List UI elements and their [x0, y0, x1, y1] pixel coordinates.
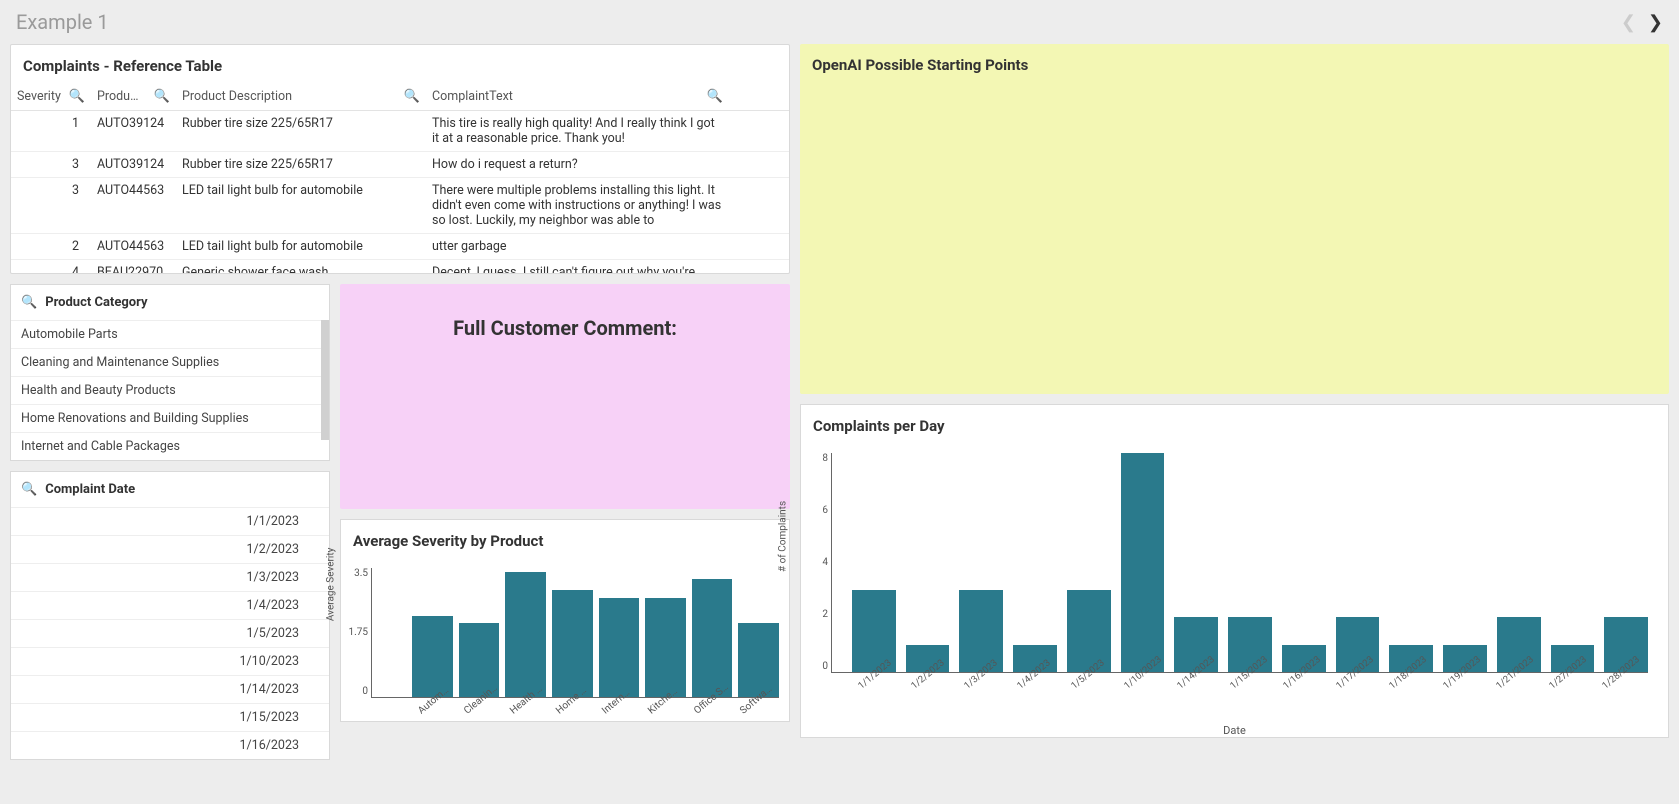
category-filter-title: Product Category: [45, 295, 147, 310]
product-desc-cell: LED tail light bulb for automobile: [176, 178, 426, 234]
search-icon[interactable]: 🔍: [69, 89, 85, 104]
day-chart-ylabel: # of Complaints: [778, 501, 789, 572]
column-header[interactable]: Produ…🔍: [91, 83, 176, 111]
date-item[interactable]: 1/16/2023: [11, 731, 329, 759]
y-tick: 1.75: [338, 627, 368, 638]
scrollbar[interactable]: [321, 320, 329, 440]
table-row[interactable]: 3AUTO44563LED tail light bulb for automo…: [11, 178, 789, 234]
openai-starting-points-panel: OpenAI Possible Starting Points: [800, 44, 1669, 394]
product-desc-cell: Rubber tire size 225/65R17: [176, 152, 426, 178]
y-tick: 0: [798, 661, 828, 672]
comment-panel-title: Full Customer Comment:: [453, 316, 677, 340]
severity-cell: 3: [11, 178, 91, 234]
ref-table-title: Complaints - Reference Table: [11, 45, 789, 83]
severity-cell: 2: [11, 234, 91, 260]
date-filter-title: Complaint Date: [45, 482, 135, 497]
date-item[interactable]: 1/14/2023: [11, 675, 329, 703]
table-row[interactable]: 4BEAU22970Generic shower face washDecent…: [11, 260, 789, 275]
y-tick: 8: [798, 453, 828, 464]
category-item[interactable]: Automobile Parts: [11, 320, 329, 348]
bar[interactable]: [1121, 453, 1165, 672]
y-tick: 0: [338, 686, 368, 697]
y-tick: 4: [798, 557, 828, 568]
prev-arrow-icon: ❮: [1621, 12, 1636, 33]
date-item[interactable]: 1/5/2023: [11, 619, 329, 647]
starting-panel-title: OpenAI Possible Starting Points: [800, 44, 1669, 82]
product-id-cell: AUTO39124: [91, 111, 176, 152]
avg-chart-title: Average Severity by Product: [341, 520, 789, 558]
avg-chart-ylabel: Average Severity: [326, 547, 337, 620]
product-desc-cell: LED tail light bulb for automobile: [176, 234, 426, 260]
complaints-per-day-barchart[interactable]: 86420: [831, 453, 1648, 673]
date-item[interactable]: 1/3/2023: [11, 563, 329, 591]
complaint-text-cell: Decent, I guess. I still can't figure ou…: [426, 260, 729, 275]
column-header[interactable]: Product Description🔍: [176, 83, 426, 111]
complaints-per-day-panel: Complaints per Day # of Complaints 86420…: [800, 404, 1669, 738]
column-header[interactable]: Severity🔍: [11, 83, 91, 111]
complaint-text-cell: utter garbage: [426, 234, 729, 260]
complaints-reference-table: Complaints - Reference Table Severity🔍Pr…: [10, 44, 790, 274]
date-item[interactable]: 1/15/2023: [11, 703, 329, 731]
product-desc-cell: Rubber tire size 225/65R17: [176, 111, 426, 152]
date-item[interactable]: 1/1/2023: [11, 507, 329, 535]
next-arrow-icon[interactable]: ❯: [1648, 12, 1663, 33]
y-tick: 3.5: [338, 568, 368, 579]
severity-cell: 3: [11, 152, 91, 178]
day-chart-xlabel: Date: [801, 724, 1668, 737]
product-id-cell: AUTO39124: [91, 152, 176, 178]
severity-cell: 4: [11, 260, 91, 275]
complaint-text-cell: How do i request a return?: [426, 152, 729, 178]
search-icon[interactable]: 🔍: [21, 295, 37, 310]
category-item[interactable]: Cleaning and Maintenance Supplies: [11, 348, 329, 376]
date-item[interactable]: 1/4/2023: [11, 591, 329, 619]
complaint-text-cell: There were multiple problems installing …: [426, 178, 729, 234]
table-row[interactable]: 2AUTO44563LED tail light bulb for automo…: [11, 234, 789, 260]
product-category-filter: 🔍 Product Category Automobile PartsClean…: [10, 284, 330, 461]
category-item[interactable]: Health and Beauty Products: [11, 376, 329, 404]
day-chart-title: Complaints per Day: [801, 405, 1668, 443]
table-row[interactable]: 3AUTO39124Rubber tire size 225/65R17How …: [11, 152, 789, 178]
search-icon[interactable]: 🔍: [21, 482, 37, 497]
category-item[interactable]: Internet and Cable Packages: [11, 432, 329, 460]
severity-cell: 1: [11, 111, 91, 152]
category-item[interactable]: Home Renovations and Building Supplies: [11, 404, 329, 432]
complaint-date-filter: 🔍 Complaint Date 1/1/20231/2/20231/3/202…: [10, 471, 330, 760]
date-item[interactable]: 1/10/2023: [11, 647, 329, 675]
page-title: Example 1: [16, 10, 109, 34]
date-item[interactable]: 1/2/2023: [11, 535, 329, 563]
y-tick: 6: [798, 505, 828, 516]
product-id-cell: AUTO44563: [91, 234, 176, 260]
search-icon[interactable]: 🔍: [154, 89, 170, 104]
product-id-cell: AUTO44563: [91, 178, 176, 234]
search-icon[interactable]: 🔍: [404, 89, 420, 104]
column-header[interactable]: ComplaintText🔍: [426, 83, 729, 111]
product-id-cell: BEAU22970: [91, 260, 176, 275]
complaint-text-cell: This tire is really high quality! And I …: [426, 111, 729, 152]
table-row[interactable]: 1AUTO39124Rubber tire size 225/65R17This…: [11, 111, 789, 152]
product-desc-cell: Generic shower face wash: [176, 260, 426, 275]
avg-severity-chart-panel: Average Severity by Product Average Seve…: [340, 519, 790, 722]
full-customer-comment-panel: Full Customer Comment:: [340, 284, 790, 509]
search-icon[interactable]: 🔍: [707, 89, 723, 104]
y-tick: 2: [798, 609, 828, 620]
